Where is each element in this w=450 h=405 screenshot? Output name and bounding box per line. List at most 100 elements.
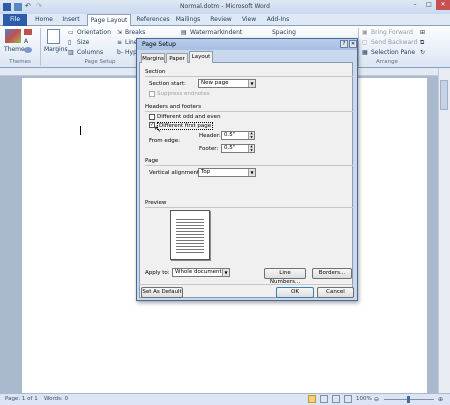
window-title: Normal.dotm - Microsoft Word: [180, 3, 270, 10]
different-odd-even-label: Different odd and even: [157, 114, 221, 120]
header-distance-input[interactable]: 0.5" ▲ ▼: [221, 131, 255, 140]
set-as-default-button[interactable]: Set As Default: [141, 287, 183, 298]
send-backward-button[interactable]: Send Backward: [371, 39, 417, 46]
suppress-endnotes-label: Suppress endnotes: [157, 91, 210, 97]
tab-add-ins[interactable]: Add-Ins: [263, 14, 293, 26]
minimize-button[interactable]: –: [408, 0, 422, 10]
spacing-label: Spacing: [272, 29, 296, 36]
outline-icon[interactable]: [344, 395, 352, 403]
zoom-level[interactable]: 100%: [356, 396, 372, 402]
tab-file[interactable]: File: [3, 14, 27, 26]
mouse-pointer-icon: ↖: [154, 125, 162, 135]
ok-button[interactable]: OK: [276, 287, 314, 298]
selection-pane-button[interactable]: Selection Pane: [371, 49, 415, 56]
scrollbar-thumb[interactable]: [440, 80, 448, 110]
footer-label: Footer:: [199, 146, 219, 152]
bring-forward-icon: ▣: [362, 29, 368, 36]
borders-button[interactable]: Borders...: [312, 268, 352, 279]
send-backward-icon: ▢: [362, 39, 368, 46]
zoom-slider-thumb[interactable]: [407, 396, 410, 403]
apply-to-select[interactable]: Whole document ▼: [172, 268, 230, 277]
preview-page: [170, 210, 210, 260]
align-icon[interactable]: ⊞: [420, 29, 425, 36]
zoom-in-icon[interactable]: ⊕: [438, 396, 443, 403]
group-arrange-label: Arrange: [376, 59, 398, 65]
line-numbers-button[interactable]: Line Numbers...: [264, 268, 306, 285]
cancel-button[interactable]: Cancel: [317, 287, 354, 298]
word-count[interactable]: Words: 0: [44, 396, 68, 402]
bring-forward-button[interactable]: Bring Forward: [371, 29, 413, 36]
themes-icon[interactable]: [5, 29, 21, 43]
section-start-value: New page: [201, 80, 229, 86]
web-layout-icon[interactable]: [332, 395, 340, 403]
tab-margins[interactable]: Margins: [141, 53, 165, 63]
tab-review[interactable]: Review: [207, 14, 235, 26]
tab-insert[interactable]: Insert: [58, 14, 84, 26]
divider: [145, 165, 353, 166]
ribbon-separator: [40, 28, 41, 66]
watermark-icon: ▤: [181, 29, 187, 36]
ribbon-separator: [358, 28, 359, 66]
tab-home[interactable]: Home: [33, 14, 55, 26]
hyphenation-icon: b-: [117, 49, 123, 56]
footer-distance-input[interactable]: 0.5" ▲ ▼: [221, 144, 255, 153]
divider: [145, 207, 353, 208]
page-count[interactable]: Page: 1 of 1: [5, 396, 38, 402]
tab-paper[interactable]: Paper: [166, 53, 188, 63]
chevron-down-icon: ▼: [248, 80, 255, 87]
columns-button[interactable]: Columns: [77, 49, 103, 56]
vertical-alignment-value: Top: [201, 169, 211, 175]
maximize-button[interactable]: □: [422, 0, 436, 10]
breaks-button[interactable]: Breaks: [125, 29, 145, 36]
zoom-out-icon[interactable]: ⊖: [374, 396, 379, 403]
divider: [145, 111, 353, 112]
help-button[interactable]: ?: [340, 40, 348, 48]
margins-icon[interactable]: [47, 29, 60, 44]
tab-mailings[interactable]: Mailings: [173, 14, 203, 26]
text-cursor: [80, 126, 81, 135]
vertical-alignment-select[interactable]: Top ▼: [198, 168, 256, 177]
theme-colors-icon[interactable]: [24, 29, 32, 35]
theme-fonts-icon[interactable]: A: [24, 38, 28, 45]
divider: [139, 284, 353, 285]
vertical-scrollbar[interactable]: [438, 68, 450, 393]
group-themes-label: Themes: [9, 59, 31, 65]
footer-distance-value: 0.5": [224, 145, 236, 151]
apply-to-label: Apply to:: [145, 270, 170, 276]
orientation-button[interactable]: Orientation: [77, 29, 111, 36]
spin-arrows-icon[interactable]: ▲ ▼: [248, 131, 254, 139]
size-icon: ▯: [68, 39, 72, 46]
group-icon[interactable]: ⧉: [420, 39, 424, 47]
preview-heading: Preview: [145, 200, 167, 206]
section-start-select[interactable]: New page ▼: [198, 79, 256, 88]
apply-to-value: Whole document: [175, 269, 222, 275]
tab-references[interactable]: References: [135, 14, 171, 26]
watermark-button[interactable]: Watermark: [190, 29, 223, 36]
orientation-icon: ▭: [68, 29, 74, 36]
suppress-endnotes-checkbox[interactable]: [149, 91, 155, 97]
dialog-close-button[interactable]: ✕: [349, 40, 357, 48]
chevron-down-icon: ▼: [248, 169, 255, 176]
theme-effects-icon[interactable]: [24, 47, 32, 53]
different-odd-even-checkbox[interactable]: [149, 114, 155, 120]
margins-button[interactable]: Margins: [44, 46, 68, 53]
print-layout-icon[interactable]: [308, 395, 316, 403]
chevron-down-icon: ▼: [222, 269, 229, 276]
preview-lines: [176, 217, 204, 253]
vertical-alignment-label: Vertical alignment:: [149, 170, 201, 176]
full-screen-reading-icon[interactable]: [320, 395, 328, 403]
section-heading: Section: [145, 69, 166, 75]
tab-layout[interactable]: Layout: [189, 51, 213, 63]
header-label: Header:: [199, 133, 221, 139]
spin-arrows-icon[interactable]: ▲ ▼: [248, 144, 254, 152]
section-start-label: Section start:: [149, 81, 186, 87]
rotate-icon[interactable]: ↻: [420, 49, 425, 56]
close-button[interactable]: ✕: [436, 0, 450, 10]
size-button[interactable]: Size: [77, 39, 89, 46]
dialog-body: [139, 62, 353, 298]
tab-view[interactable]: View: [238, 14, 260, 26]
dialog-title: Page Setup: [142, 41, 176, 48]
page-heading: Page: [145, 158, 159, 164]
breaks-icon: ⇲: [117, 29, 123, 36]
headers-footers-heading: Headers and footers: [145, 104, 202, 110]
